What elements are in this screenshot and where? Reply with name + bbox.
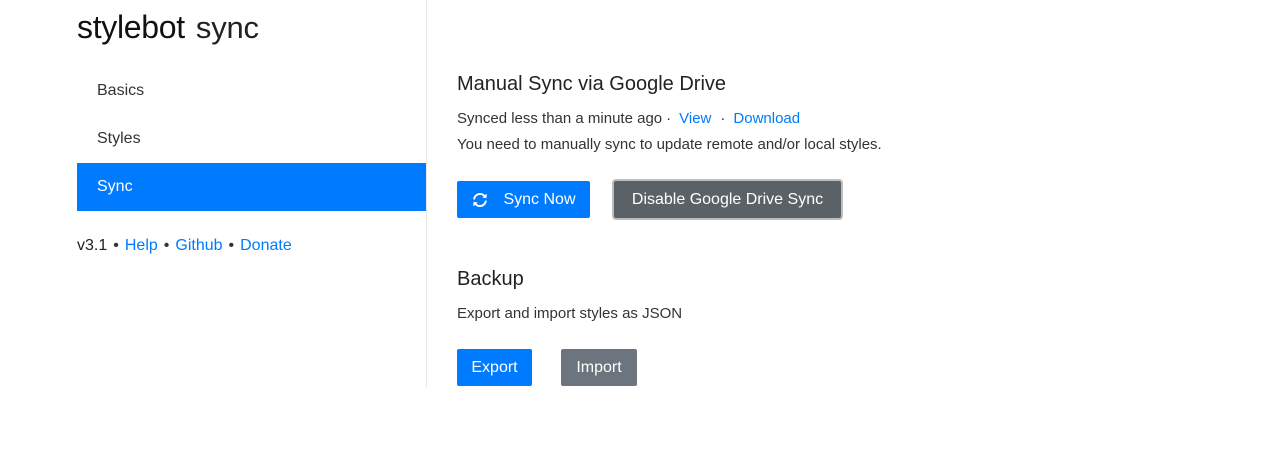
import-label: Import (576, 358, 622, 376)
export-button[interactable]: Export (457, 349, 532, 386)
sync-section-title: Manual Sync via Google Drive (457, 73, 727, 95)
footer-separator: • (113, 237, 119, 254)
export-label: Export (471, 358, 518, 376)
sidebar-item-sync[interactable]: Sync (77, 163, 426, 211)
status-separator: · (666, 110, 672, 127)
backup-description: Export and import styles as JSON (457, 305, 683, 322)
sidebar-item-label: Sync (97, 178, 133, 195)
options-page: stylebot sync Basics Styles Sync v3.1 • Hel… (0, 0, 1280, 465)
sync-status-text: Synced less than a minute ago (457, 110, 663, 127)
status-separator: · (720, 110, 726, 127)
view-link[interactable]: View (679, 110, 711, 127)
sidebar-item-label: Basics (97, 82, 145, 99)
sidebar-item-styles[interactable]: Styles (77, 115, 426, 163)
backup-section-title: Backup (457, 268, 524, 290)
donate-link[interactable]: Donate (240, 237, 292, 254)
sidebar-item-label: Styles (97, 130, 141, 147)
footer-separator: • (228, 237, 235, 254)
sidebar-footer: v3.1 • Help • Github • Donate (77, 234, 292, 258)
brand-page-title: sync (195, 10, 259, 45)
brand-name: stylebot (77, 9, 185, 45)
github-link[interactable]: Github (175, 237, 222, 254)
version-label: v3.1 (77, 237, 108, 254)
sync-now-label: Sync Now (503, 190, 576, 208)
sidebar-divider (426, 0, 427, 388)
sync-status-line: Synced less than a minute ago · View · Downl… (457, 108, 800, 130)
sync-now-button[interactable]: Sync Now (457, 181, 590, 218)
sync-note: You need to manually sync to update remo… (457, 136, 882, 153)
sidebar-nav: Basics Styles Sync (77, 67, 426, 211)
disable-sync-label: Disable Google Drive Sync (631, 190, 824, 208)
brand: stylebot sync (77, 8, 259, 53)
footer-separator: • (163, 237, 170, 254)
disable-google-drive-sync-button[interactable]: Disable Google Drive Sync (614, 181, 841, 218)
download-link[interactable]: Download (733, 110, 800, 127)
sidebar-item-basics[interactable]: Basics (77, 67, 426, 115)
refresh-icon (471, 191, 489, 209)
help-link[interactable]: Help (125, 237, 158, 254)
import-button[interactable]: Import (561, 349, 637, 386)
